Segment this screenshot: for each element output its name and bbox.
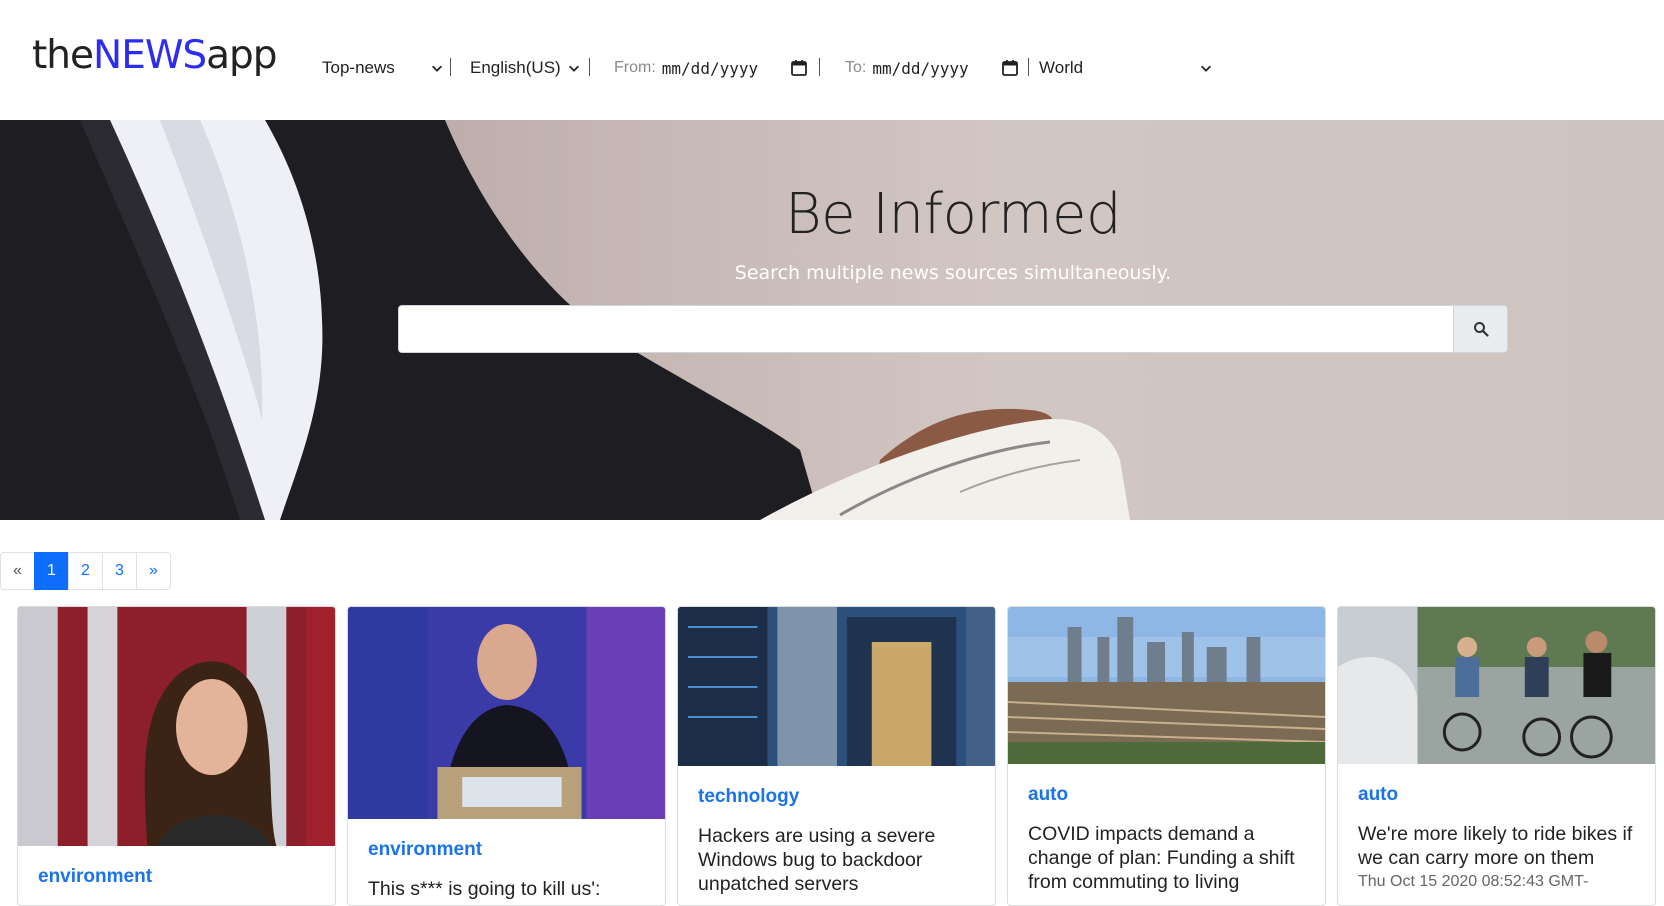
news-card[interactable]: technology Hackers are using a severe Wi…: [677, 606, 996, 906]
chevron-down-icon: [432, 65, 442, 72]
calendar-icon[interactable]: [790, 59, 808, 77]
to-date-input[interactable]: mm/dd/yyyy: [872, 59, 976, 78]
news-card[interactable]: environment: [17, 606, 336, 906]
hero-banner: Be Informed Search multiple news sources…: [0, 120, 1664, 520]
card-image: [18, 607, 335, 846]
language-select[interactable]: English(US): [470, 54, 581, 82]
card-category[interactable]: environment: [38, 866, 315, 888]
divider: [450, 58, 451, 76]
page-3-button[interactable]: 3: [102, 552, 137, 590]
brand-prefix: the: [32, 33, 94, 78]
divider: [589, 58, 590, 76]
divider: [1028, 58, 1029, 76]
card-title[interactable]: Hackers are using a severe Windows bug t…: [698, 824, 975, 896]
card-category[interactable]: auto: [1358, 784, 1635, 806]
chevron-down-icon: [568, 65, 579, 72]
page-1-button[interactable]: 1: [34, 552, 69, 590]
from-date-input[interactable]: mm/dd/yyyy: [662, 59, 766, 78]
card-image: [1338, 607, 1655, 764]
divider: [819, 58, 820, 76]
calendar-icon[interactable]: [1001, 59, 1019, 77]
category-select[interactable]: Top-news: [322, 54, 444, 82]
page-next-button[interactable]: »: [136, 552, 171, 590]
brand-logo[interactable]: theNEWSapp: [32, 30, 278, 82]
card-image: [678, 607, 995, 766]
card-image: [1008, 607, 1325, 764]
from-date-field[interactable]: From: mm/dd/yyyy: [614, 54, 808, 82]
chevron-down-icon: [1201, 65, 1211, 72]
pagination: « 1 2 3 »: [0, 552, 171, 590]
hero-title: Be Informed: [785, 182, 1122, 247]
region-select-value: World: [1039, 58, 1084, 77]
to-date-label: To:: [845, 59, 867, 76]
brand-suffix: app: [206, 33, 277, 78]
search-bar: [398, 305, 1508, 353]
region-select[interactable]: World: [1039, 54, 1213, 82]
page-prev-button[interactable]: «: [0, 552, 35, 590]
hero-subtitle: Search multiple news sources simultaneou…: [734, 262, 1172, 284]
to-date-field[interactable]: To: mm/dd/yyyy: [845, 54, 1019, 82]
card-category[interactable]: technology: [698, 786, 975, 808]
card-title[interactable]: This s*** is going to kill us':: [368, 877, 645, 901]
search-input[interactable]: [398, 305, 1454, 353]
brand-highlight: NEWS: [93, 33, 207, 78]
search-icon: [1473, 322, 1489, 337]
language-select-value: English(US): [470, 58, 561, 77]
card-title[interactable]: COVID impacts demand a change of plan: F…: [1028, 822, 1305, 894]
search-button[interactable]: [1454, 305, 1508, 353]
card-title[interactable]: We're more likely to ride bikes if we ca…: [1358, 822, 1635, 870]
page-2-button[interactable]: 2: [68, 552, 103, 590]
navbar: theNEWSapp Top-news English(US) From: mm…: [0, 0, 1664, 120]
card-date: Thu Oct 15 2020 08:52:43 GMT-: [1358, 873, 1589, 890]
card-category[interactable]: environment: [368, 839, 645, 861]
category-select-value: Top-news: [322, 58, 395, 77]
news-card[interactable]: auto We're more likely to ride bikes if …: [1337, 606, 1656, 906]
news-card[interactable]: environment This s*** is going to kill u…: [347, 606, 666, 906]
card-image: [348, 607, 665, 819]
from-date-label: From:: [614, 59, 656, 76]
card-category[interactable]: auto: [1028, 784, 1305, 806]
news-card[interactable]: auto COVID impacts demand a change of pl…: [1007, 606, 1326, 906]
